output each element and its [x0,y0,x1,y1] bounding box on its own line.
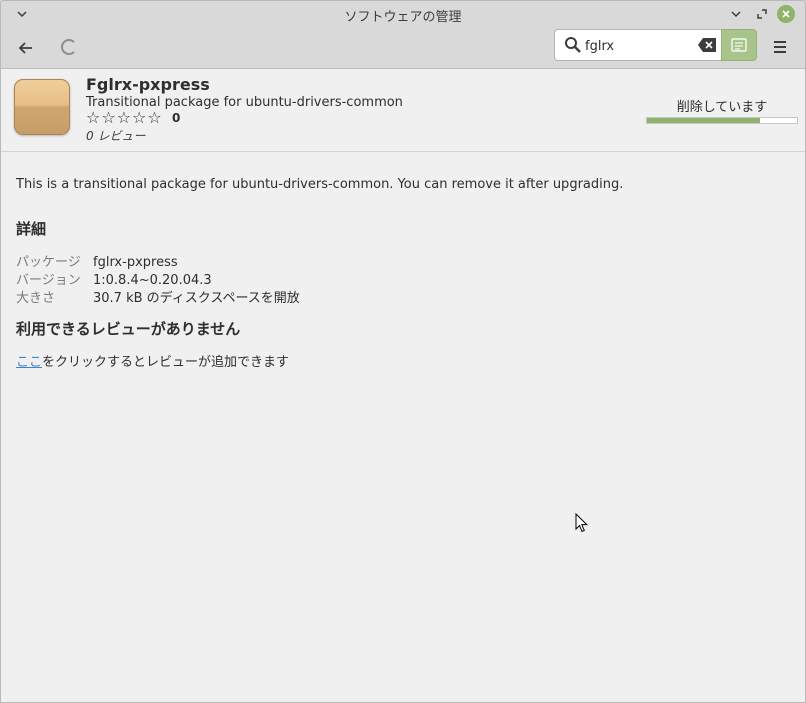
software-manager-window: ソフトウェアの管理 fglrx Fglrx-pxpress Transition… [0,0,806,703]
detail-value: 30.7 kB のディスクスペースを開放 [93,291,300,306]
detail-value: 1:0.8.4~0.20.04.3 [93,273,212,288]
header-divider [1,151,805,152]
star-empty-icon: ☆ [147,108,162,127]
star-empty-icon: ☆ [101,108,116,127]
app-description: This is a transitional package for ubunt… [16,177,624,192]
detail-key: パッケージ [16,255,81,270]
review-count: 0 レビュー [86,129,146,143]
progress-fill [647,118,760,123]
list-document-icon [731,38,747,52]
detail-row-size: 大きさ 30.7 kB のディスクスペースを開放 [16,287,300,306]
close-icon[interactable] [777,5,795,23]
reviews-heading: 利用できるレビューがありません [16,320,241,338]
minimize-icon[interactable] [727,5,745,23]
rating-count: 0 [172,111,181,125]
search-box[interactable] [554,29,722,61]
detail-key: バージョン [16,273,81,288]
detail-row-package: パッケージ fglrx-pxpress [16,251,178,270]
add-review-text: をクリックするとレビューが追加できます [42,355,290,370]
detail-row-version: バージョン 1:0.8.4~0.20.04.3 [16,269,212,288]
search-icon [565,37,581,53]
search-input[interactable] [585,36,685,56]
app-name: Fglrx-pxpress [86,75,210,94]
star-empty-icon: ☆ [86,108,101,127]
removal-status: 削除しています [676,100,768,115]
rating-stars: ☆ ☆ ☆ ☆ ☆ [86,110,162,126]
star-empty-icon: ☆ [116,108,132,127]
detail-key: 大きさ [16,291,56,306]
removal-progress-bar [646,117,798,124]
title-bar: ソフトウェアの管理 [1,1,805,27]
clear-search-icon[interactable] [698,38,716,52]
detail-value: fglrx-pxpress [93,255,178,270]
mouse-pointer-icon [575,513,589,533]
back-arrow-icon[interactable] [13,35,39,61]
add-review-row: ここをクリックするとレビューが追加できます [16,351,289,370]
star-empty-icon: ☆ [132,108,147,127]
details-heading: 詳細 [16,220,47,238]
package-icon [14,79,70,135]
window-title: ソフトウェアの管理 [344,10,462,25]
toolbar [1,27,805,69]
main-menu-hamburger-icon[interactable] [769,38,791,56]
add-review-link[interactable]: ここ [16,355,42,370]
search-summary-button[interactable] [721,29,757,61]
maximize-icon[interactable] [753,5,771,23]
loading-spinner-icon [61,39,77,55]
